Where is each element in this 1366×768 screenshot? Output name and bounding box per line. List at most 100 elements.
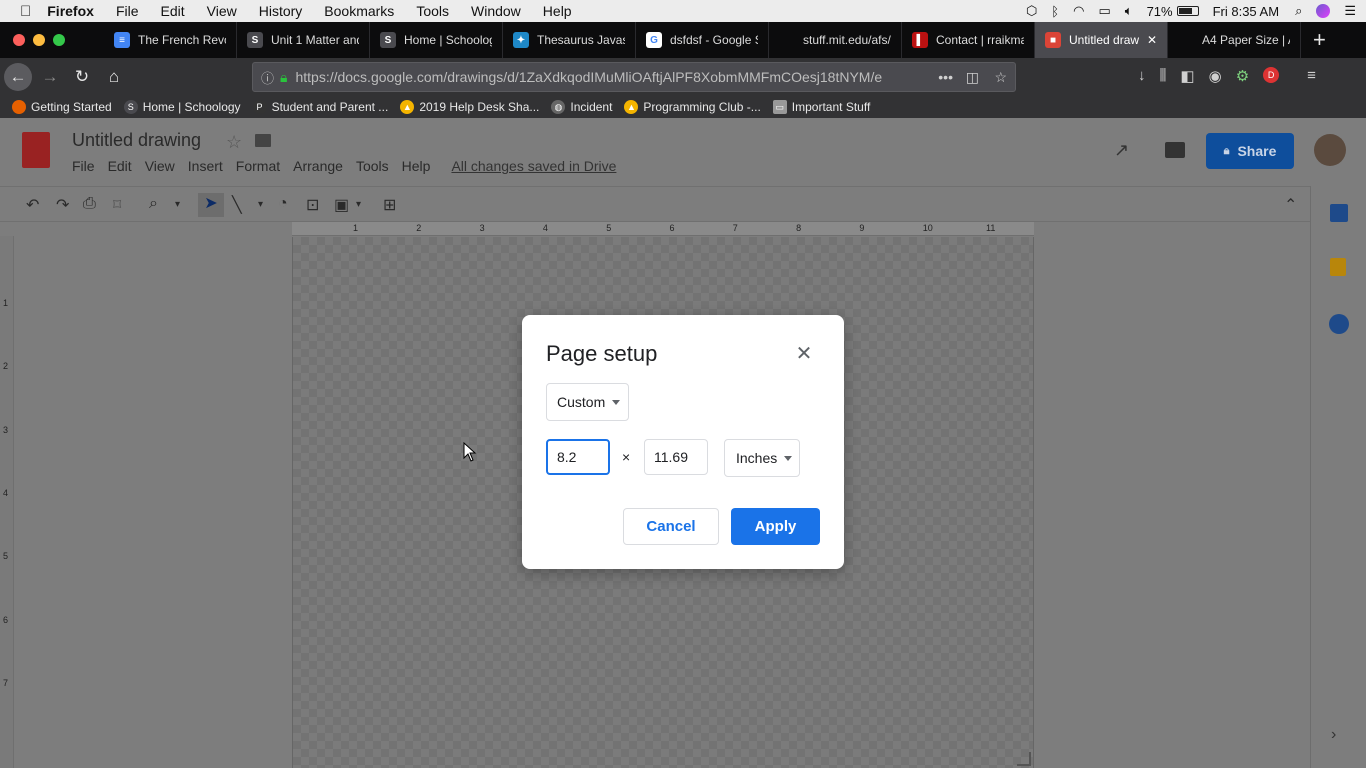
- siri-icon[interactable]: [1316, 4, 1331, 18]
- notification-center-icon[interactable]: ☰: [1344, 3, 1356, 19]
- info-icon[interactable]: ⓘ: [261, 68, 274, 87]
- folder-icon[interactable]: [255, 134, 271, 147]
- spotlight-icon[interactable]: ⌕: [1295, 3, 1302, 19]
- width-input[interactable]: [546, 439, 610, 475]
- doc-menu-edit[interactable]: Edit: [108, 158, 132, 174]
- bookmark-schoology[interactable]: S Home | Schoology: [123, 100, 241, 114]
- share-button[interactable]: 🔒︎ Share: [1206, 133, 1294, 169]
- doc-menu-tools[interactable]: Tools: [356, 158, 389, 174]
- undo-icon[interactable]: ↶: [26, 195, 39, 215]
- doc-menu-arrange[interactable]: Arrange: [293, 158, 343, 174]
- tasks-icon[interactable]: [1329, 314, 1349, 334]
- line-tool-icon[interactable]: ╲: [232, 195, 242, 215]
- apple-icon[interactable]: : [20, 3, 31, 20]
- wifi-icon[interactable]: ◠: [1073, 3, 1084, 19]
- browser-tab[interactable]: A4 Paper Size | All inf: [1168, 22, 1301, 58]
- dropbox-icon[interactable]: ⬡: [1026, 3, 1037, 19]
- app-menu-firefox[interactable]: Firefox: [47, 3, 94, 19]
- browser-tab[interactable]: S Unit 1 Matter and: [237, 22, 370, 58]
- pocket-icon[interactable]: ◫: [966, 69, 979, 86]
- doc-menu-insert[interactable]: Insert: [188, 158, 223, 174]
- doc-menu-view[interactable]: View: [145, 158, 175, 174]
- apply-button[interactable]: Apply: [731, 508, 820, 545]
- clock[interactable]: Fri 8:35 AM: [1213, 4, 1279, 19]
- downloads-icon[interactable]: ↓: [1138, 67, 1146, 85]
- bookmark-getting-started[interactable]: Getting Started: [12, 100, 112, 114]
- menu-bookmarks[interactable]: Bookmarks: [324, 3, 394, 19]
- comments-icon[interactable]: [1165, 142, 1185, 158]
- sidebar-icon[interactable]: ◧: [1180, 67, 1194, 85]
- volume-icon[interactable]: 🔈︎: [1125, 3, 1133, 19]
- page-size-preset-dropdown[interactable]: Custom: [546, 383, 629, 421]
- home-button[interactable]: ⌂: [100, 63, 128, 91]
- browser-tab[interactable]: ▌ Contact | rraikma: [902, 22, 1035, 58]
- menu-view[interactable]: View: [207, 3, 237, 19]
- menu-window[interactable]: Window: [471, 3, 521, 19]
- menu-history[interactable]: History: [259, 3, 303, 19]
- url-text[interactable]: https://docs.google.com/drawings/d/1ZaXd…: [295, 69, 895, 85]
- bookmark-folder-important[interactable]: ▭ Important Stuff: [772, 100, 870, 114]
- extension-profile-icon[interactable]: D: [1263, 67, 1280, 83]
- menu-edit[interactable]: Edit: [161, 3, 185, 19]
- battery-icon[interactable]: [1176, 6, 1199, 16]
- text-box-icon[interactable]: ⊡: [306, 195, 319, 215]
- account-icon[interactable]: ◉: [1209, 67, 1222, 85]
- image-dropdown-icon[interactable]: ▾: [356, 199, 361, 210]
- browser-tab[interactable]: ≡ The French Revo: [104, 22, 237, 58]
- zoom-dropdown-icon[interactable]: ▾: [175, 199, 180, 210]
- image-icon[interactable]: ▣: [334, 195, 349, 215]
- collapse-toolbar-icon[interactable]: ⌃: [1284, 195, 1297, 215]
- save-status[interactable]: All changes saved in Drive: [451, 158, 616, 174]
- expand-panel-icon[interactable]: ›: [1331, 726, 1336, 744]
- close-tab-icon[interactable]: ✕: [1147, 33, 1157, 47]
- page-actions-icon[interactable]: •••: [938, 69, 953, 85]
- bookmark-incident[interactable]: ◍ Incident: [551, 100, 612, 114]
- add-comment-icon[interactable]: ⊞: [383, 195, 396, 215]
- menu-tools[interactable]: Tools: [416, 3, 449, 19]
- doc-menu-file[interactable]: File: [72, 158, 95, 174]
- doc-menu-format[interactable]: Format: [236, 158, 280, 174]
- back-button[interactable]: ←: [4, 63, 32, 91]
- browser-tab[interactable]: S Home | Schoolog: [370, 22, 503, 58]
- redo-icon[interactable]: ↷: [56, 195, 69, 215]
- browser-tab[interactable]: ■ Untitled draw ✕: [1035, 22, 1168, 58]
- line-dropdown-icon[interactable]: ▾: [258, 199, 263, 210]
- reload-button[interactable]: ↻: [68, 63, 96, 91]
- select-tool-icon[interactable]: ➤: [198, 193, 224, 217]
- bookmark-student-parent[interactable]: P Student and Parent ...: [252, 100, 388, 114]
- bluetooth-icon[interactable]: ᛒ: [1051, 4, 1059, 19]
- close-window-button[interactable]: [13, 34, 25, 46]
- resize-handle-icon[interactable]: [1017, 752, 1031, 766]
- star-icon[interactable]: ☆: [226, 132, 242, 153]
- browser-tab[interactable]: ✦ Thesaurus Javas: [503, 22, 636, 58]
- bookmark-help-desk[interactable]: ▲ 2019 Help Desk Sha...: [400, 100, 539, 114]
- menu-help[interactable]: Help: [543, 3, 572, 19]
- bookmark-programming-club[interactable]: ▲ Programming Club -...: [624, 100, 761, 114]
- document-title[interactable]: Untitled drawing: [72, 130, 201, 151]
- airplay-icon[interactable]: ▭: [1098, 3, 1110, 19]
- cancel-button[interactable]: Cancel: [623, 508, 719, 545]
- print-icon[interactable]: ⎙: [83, 195, 96, 213]
- drawings-logo-icon[interactable]: [22, 132, 50, 168]
- calendar-icon[interactable]: [1330, 204, 1348, 222]
- zoom-icon[interactable]: ⌕: [149, 195, 158, 213]
- url-bar[interactable]: ⓘ 🔒︎ https://docs.google.com/drawings/d/…: [252, 62, 1016, 92]
- doc-menu-help[interactable]: Help: [402, 158, 431, 174]
- forward-button[interactable]: →: [36, 63, 64, 91]
- browser-tab[interactable]: Gdsfdsf - Google S: [636, 22, 769, 58]
- extension-vpn-icon[interactable]: ⚙: [1236, 67, 1249, 85]
- close-icon[interactable]: ✕: [792, 341, 816, 365]
- avatar[interactable]: [1314, 134, 1346, 166]
- activity-icon[interactable]: ↗: [1114, 140, 1129, 161]
- minimize-window-button[interactable]: [33, 34, 45, 46]
- shape-tool-icon[interactable]: ◔: [278, 195, 288, 213]
- hamburger-menu-icon[interactable]: ≡: [1307, 67, 1316, 85]
- zoom-window-button[interactable]: [53, 34, 65, 46]
- paint-format-icon[interactable]: ⌑: [113, 195, 121, 215]
- keep-icon[interactable]: [1330, 258, 1346, 276]
- browser-tab[interactable]: stuff.mit.edu/afs/sipb: [769, 22, 902, 58]
- menu-file[interactable]: File: [116, 3, 139, 19]
- bookmark-star-icon[interactable]: ☆: [994, 69, 1007, 86]
- new-tab-button[interactable]: +: [1313, 27, 1326, 53]
- library-icon[interactable]: ⫼: [1160, 67, 1167, 85]
